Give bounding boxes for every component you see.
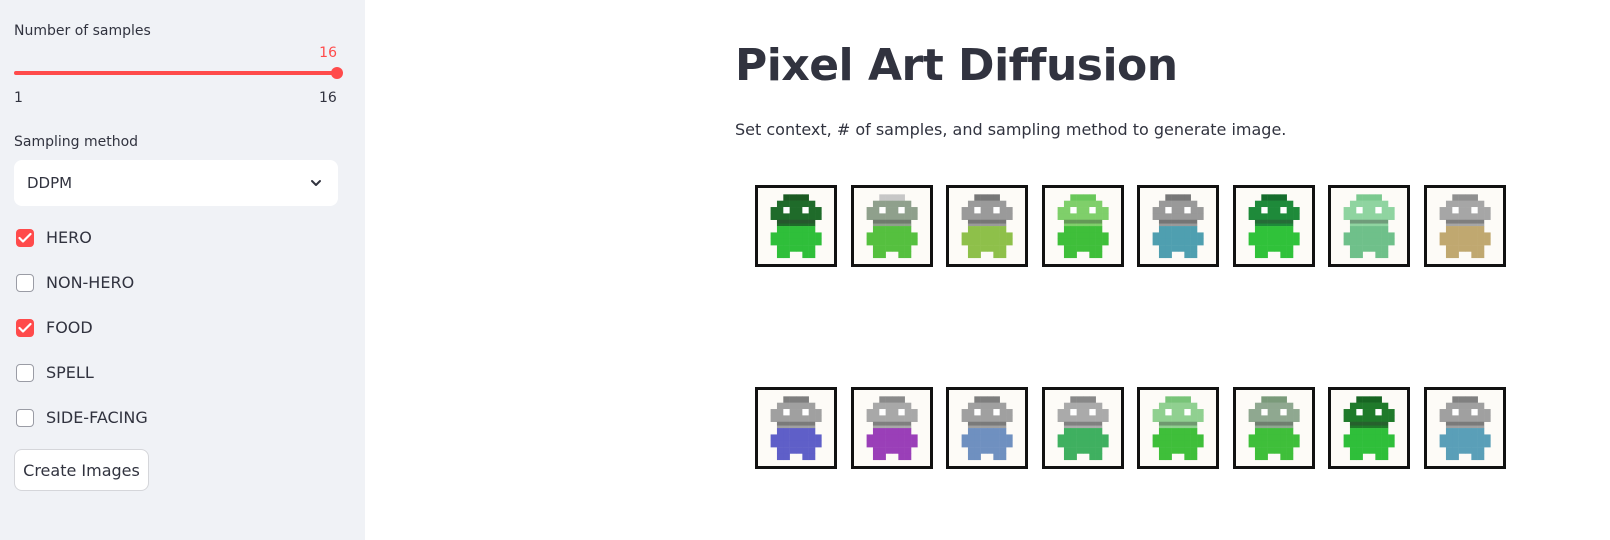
sample-image [1041, 387, 1124, 469]
sample-image [1232, 185, 1315, 267]
sample-image [1328, 185, 1410, 267]
slider-thumb[interactable] [331, 67, 343, 79]
page-title: Pixel Art Diffusion [735, 40, 1178, 91]
checkbox-non-hero[interactable] [16, 274, 34, 292]
checkmark-icon [18, 232, 32, 243]
checkmark-icon [18, 322, 32, 333]
slider-current-value: 16 [319, 45, 337, 61]
create-images-button[interactable]: Create Images [14, 449, 149, 491]
sampling-method-label: Sampling method [14, 134, 139, 150]
sample-image [850, 387, 933, 469]
sample-image [1232, 387, 1315, 469]
sample-image [1423, 185, 1506, 267]
sampling-method-value: DDPM [27, 174, 73, 192]
main-content: Pixel Art Diffusion Set context, # of sa… [365, 0, 1610, 540]
page-subtitle: Set context, # of samples, and sampling … [735, 120, 1287, 139]
sample-image [1137, 387, 1219, 469]
sample-image [946, 387, 1028, 469]
chevron-down-icon [311, 180, 321, 186]
slider-label: Number of samples [14, 23, 151, 39]
checkbox-label-spell[interactable]: SPELL [46, 363, 94, 382]
sidebar: Number of samples 16 1 16 Sampling metho… [0, 0, 365, 540]
checkbox-label-food[interactable]: FOOD [46, 318, 93, 337]
slider-min-label: 1 [14, 90, 23, 106]
slider-track[interactable] [14, 71, 337, 75]
sample-image [946, 185, 1028, 267]
sample-image [1137, 185, 1219, 267]
sample-image [850, 185, 933, 267]
slider-max-label: 16 [319, 90, 337, 106]
checkbox-hero[interactable] [16, 229, 34, 247]
checkbox-side-facing[interactable] [16, 409, 34, 427]
sample-image [755, 185, 837, 267]
sample-image [1328, 387, 1410, 469]
checkbox-label-hero[interactable]: HERO [46, 228, 92, 247]
checkbox-label-side-facing[interactable]: SIDE-FACING [46, 408, 148, 427]
sample-image [1041, 185, 1124, 267]
checkbox-label-non-hero[interactable]: NON-HERO [46, 273, 134, 292]
sampling-method-select[interactable]: DDPM [14, 160, 338, 206]
checkbox-food[interactable] [16, 319, 34, 337]
sample-image [1423, 387, 1506, 469]
checkbox-spell[interactable] [16, 364, 34, 382]
sample-image [755, 387, 837, 469]
